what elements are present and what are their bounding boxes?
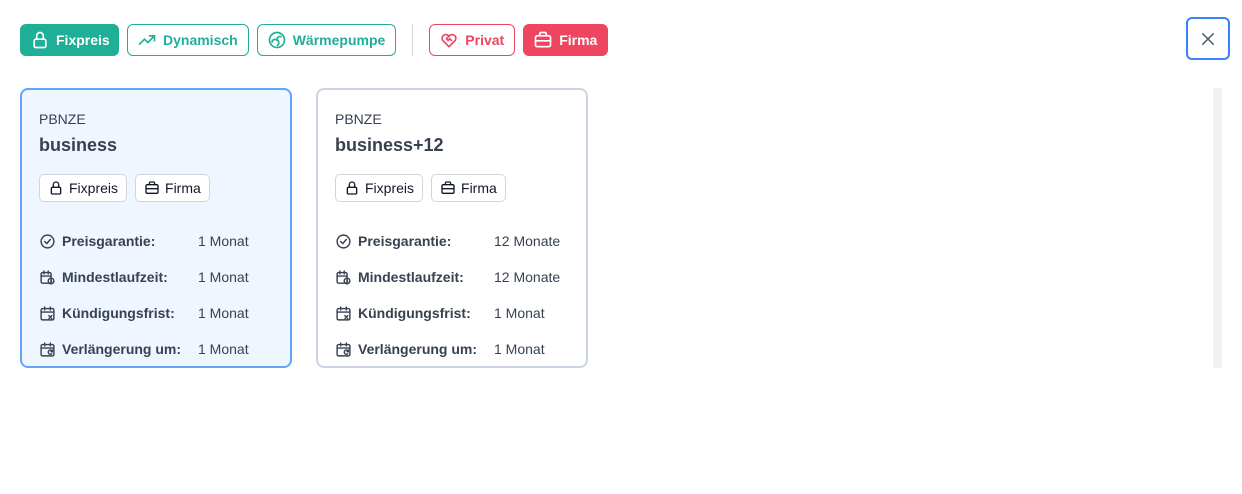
supplier-name: PBNZE	[335, 111, 382, 127]
handshake-heart-icon	[441, 33, 457, 48]
heat-pump-icon	[268, 31, 286, 49]
supplier-name: PBNZE	[39, 111, 86, 127]
detail-label: Mindestlaufzeit:	[358, 269, 464, 285]
detail-value: 1 Monat	[494, 341, 545, 357]
filter-firma-label: Firma	[559, 32, 598, 48]
tag-label: Fixpreis	[365, 180, 415, 196]
trend-icon	[138, 35, 156, 46]
detail-label: Verlängerung um:	[358, 341, 478, 357]
filter-firma-button[interactable]: Firma	[523, 24, 609, 56]
detail-row-verlaengerung: Verlängerung um: 1 Monat	[335, 331, 569, 367]
detail-value: 1 Monat	[198, 341, 249, 357]
filter-waermepumpe-label: Wärmepumpe	[292, 32, 386, 48]
calendar-clock-icon	[40, 269, 55, 285]
lock-icon	[33, 31, 47, 49]
tag-fixpreis: Fixpreis	[39, 174, 128, 202]
tariff-card-business[interactable]: PBNZE business Fixpreis Firma Preisgaran…	[20, 88, 292, 368]
lock-icon	[50, 181, 62, 195]
detail-value: 12 Monate	[494, 269, 561, 285]
detail-row-kuendigungsfrist: Kündigungsfrist: 1 Monat	[335, 295, 569, 331]
detail-row-verlaengerung: Verlängerung um: 1 Monat	[39, 331, 273, 367]
detail-row-mindestlaufzeit: Mindestlaufzeit: 1 Monat	[39, 259, 273, 295]
tariff-card-business-12[interactable]: PBNZE business+12 Fixpreis Firma Preisga…	[316, 88, 588, 368]
detail-row-preisgarantie: Preisgarantie: 1 Monat	[39, 223, 273, 259]
filter-waermepumpe-button[interactable]: Wärmepumpe	[256, 24, 397, 56]
filter-dynamisch-button[interactable]: Dynamisch	[127, 24, 249, 56]
tariff-tags: Fixpreis Firma	[335, 174, 569, 202]
detail-row-kuendigungsfrist: Kündigungsfrist: 1 Monat	[39, 295, 273, 331]
tag-label: Fixpreis	[69, 180, 119, 196]
filter-fixpreis-button[interactable]: Fixpreis	[20, 24, 119, 56]
tariff-name: business+12	[335, 135, 444, 155]
tariff-details: Preisgarantie: 1 Monat Mindestlaufzeit: …	[39, 223, 273, 367]
detail-label: Preisgarantie:	[62, 233, 156, 249]
detail-value: 1 Monat	[494, 305, 545, 321]
scrollbar-track[interactable]	[1213, 88, 1222, 368]
detail-label: Kündigungsfrist:	[358, 305, 471, 321]
tag-label: Firma	[165, 180, 201, 196]
detail-value: 1 Monat	[198, 233, 249, 249]
close-button[interactable]	[1186, 17, 1230, 60]
detail-label: Preisgarantie:	[358, 233, 452, 249]
tariff-details: Preisgarantie: 12 Monate Mindestlaufzeit…	[335, 223, 569, 367]
calendar-clock-icon	[336, 269, 351, 285]
filter-bar: Fixpreis Dynamisch Wärmepumpe Privat Fir…	[20, 24, 616, 56]
check-circle-icon	[336, 233, 351, 249]
filter-fixpreis-label: Fixpreis	[56, 32, 110, 48]
filter-divider	[412, 24, 414, 56]
detail-value: 12 Monate	[494, 233, 561, 249]
calendar-repeat-icon	[336, 341, 351, 357]
detail-label: Verlängerung um:	[62, 341, 182, 357]
calendar-repeat-icon	[40, 341, 55, 357]
detail-value: 1 Monat	[198, 305, 249, 321]
detail-label: Kündigungsfrist:	[62, 305, 175, 321]
calendar-x-icon	[40, 305, 55, 321]
detail-label: Mindestlaufzeit:	[62, 269, 168, 285]
detail-row-mindestlaufzeit: Mindestlaufzeit: 12 Monate	[335, 259, 569, 295]
tariff-name: business	[39, 135, 118, 155]
tag-label: Firma	[461, 180, 497, 196]
tariff-tags: Fixpreis Firma	[39, 174, 273, 202]
tag-firma: Firma	[431, 174, 506, 202]
check-circle-icon	[40, 233, 55, 249]
calendar-x-icon	[336, 305, 351, 321]
briefcase-icon	[441, 181, 455, 194]
filter-dynamisch-label: Dynamisch	[163, 32, 238, 48]
briefcase-icon	[145, 181, 159, 194]
tag-fixpreis: Fixpreis	[335, 174, 424, 202]
close-icon	[1202, 32, 1214, 45]
lock-icon	[346, 181, 358, 195]
detail-row-preisgarantie: Preisgarantie: 12 Monate	[335, 223, 569, 259]
filter-privat-label: Privat	[465, 32, 505, 48]
briefcase-icon	[534, 31, 552, 48]
detail-value: 1 Monat	[198, 269, 249, 285]
filter-privat-button[interactable]: Privat	[429, 24, 516, 56]
tag-firma: Firma	[135, 174, 210, 202]
